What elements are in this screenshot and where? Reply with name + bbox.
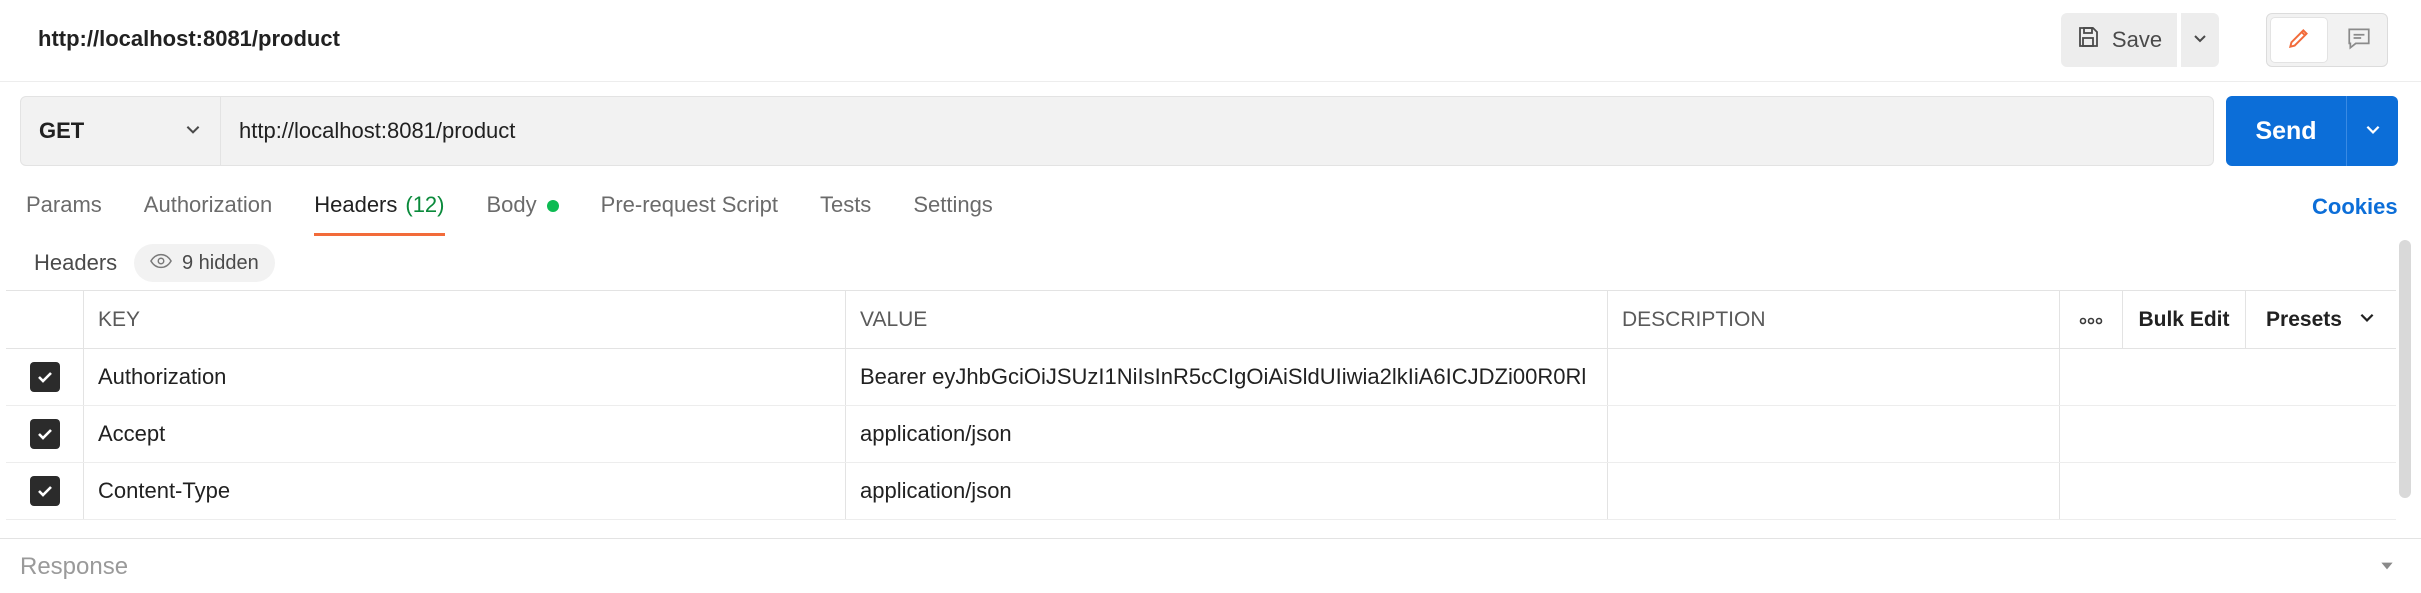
header-description-cell[interactable] xyxy=(1608,406,2060,462)
more-horizontal-icon xyxy=(2079,308,2103,332)
edit-mode-button[interactable] xyxy=(2271,18,2327,62)
headers-scrollbar[interactable] xyxy=(2399,240,2411,498)
tab-authorization[interactable]: Authorization xyxy=(144,192,272,236)
view-mode-toggle xyxy=(2266,13,2388,67)
method-select[interactable]: GET xyxy=(21,97,221,165)
eye-icon xyxy=(150,252,172,275)
presets-dropdown[interactable]: Presets xyxy=(2246,291,2396,348)
headers-count: (12) xyxy=(405,192,445,217)
comments-button[interactable] xyxy=(2331,14,2387,66)
header-enabled-checkbox[interactable] xyxy=(29,476,60,506)
chevron-down-icon xyxy=(2364,120,2382,143)
header-description-cell[interactable] xyxy=(1608,463,2060,519)
header-key-cell[interactable]: Content-Type xyxy=(84,463,846,519)
method-label: GET xyxy=(39,118,85,143)
pencil-icon xyxy=(2286,25,2312,56)
tab-pre-request-script[interactable]: Pre-request Script xyxy=(601,192,778,236)
tab-headers[interactable]: Headers (12) xyxy=(314,192,445,236)
more-options-button[interactable] xyxy=(2060,291,2123,348)
table-row: Accept application/json xyxy=(6,406,2396,463)
save-options-button[interactable] xyxy=(2179,13,2219,67)
url-bar: GET xyxy=(20,96,2214,166)
hidden-count-label: 9 hidden xyxy=(182,251,259,274)
headers-section-title: Headers xyxy=(34,250,118,275)
comment-icon xyxy=(2346,25,2372,56)
send-group: Send xyxy=(2226,96,2398,166)
headers-table: KEY VALUE DESCRIPTION Bulk Edit Presets … xyxy=(6,290,2396,520)
chevron-down-icon[interactable] xyxy=(2378,557,2396,580)
chevron-down-icon xyxy=(2192,30,2208,51)
save-icon xyxy=(2076,25,2100,55)
request-title[interactable]: http://localhost:8081/product xyxy=(38,26,340,52)
presets-label: Presets xyxy=(2266,307,2342,331)
header-value-cell[interactable]: application/json xyxy=(846,463,1608,519)
cookies-link[interactable]: Cookies xyxy=(2312,194,2398,220)
column-description: DESCRIPTION xyxy=(1608,291,2060,348)
column-value: VALUE xyxy=(846,291,1608,348)
tab-settings[interactable]: Settings xyxy=(913,192,993,236)
response-pane[interactable]: Response xyxy=(0,538,2421,593)
send-button[interactable]: Send xyxy=(2226,96,2346,166)
header-value-cell[interactable]: Bearer eyJhbGciOiJSUzI1NiIsInR5cCIgOiAiS… xyxy=(846,349,1608,405)
save-button[interactable]: Save xyxy=(2061,13,2177,67)
request-tabs: Params Authorization Headers (12) Body P… xyxy=(26,192,993,236)
tab-params[interactable]: Params xyxy=(26,192,102,236)
hidden-headers-toggle[interactable]: 9 hidden xyxy=(134,244,275,282)
chevron-down-icon xyxy=(184,118,202,144)
header-checkbox-column xyxy=(6,291,84,348)
header-description-cell[interactable] xyxy=(1608,349,2060,405)
response-label: Response xyxy=(20,553,129,580)
header-value-cell[interactable]: application/json xyxy=(846,406,1608,462)
url-input[interactable] xyxy=(221,97,2213,165)
table-header-row: KEY VALUE DESCRIPTION Bulk Edit Presets xyxy=(6,291,2396,349)
save-label: Save xyxy=(2111,27,2163,52)
save-group: Save xyxy=(2061,13,2219,67)
chevron-down-icon xyxy=(2358,308,2376,332)
send-options-button[interactable] xyxy=(2346,96,2398,166)
body-indicator-dot xyxy=(546,200,559,212)
table-row: Content-Type application/json xyxy=(6,463,2396,520)
header-key-cell[interactable]: Accept xyxy=(84,406,846,462)
bulk-edit-button[interactable]: Bulk Edit xyxy=(2123,291,2246,348)
tab-body[interactable]: Body xyxy=(487,192,559,236)
table-row: Authorization Bearer eyJhbGciOiJSUzI1NiI… xyxy=(6,349,2396,406)
tab-tests[interactable]: Tests xyxy=(820,192,871,236)
request-topbar: http://localhost:8081/product Save xyxy=(0,0,2421,82)
header-enabled-checkbox[interactable] xyxy=(29,362,60,392)
header-key-cell[interactable]: Authorization xyxy=(84,349,846,405)
header-enabled-checkbox[interactable] xyxy=(29,419,60,449)
column-key: KEY xyxy=(84,291,846,348)
